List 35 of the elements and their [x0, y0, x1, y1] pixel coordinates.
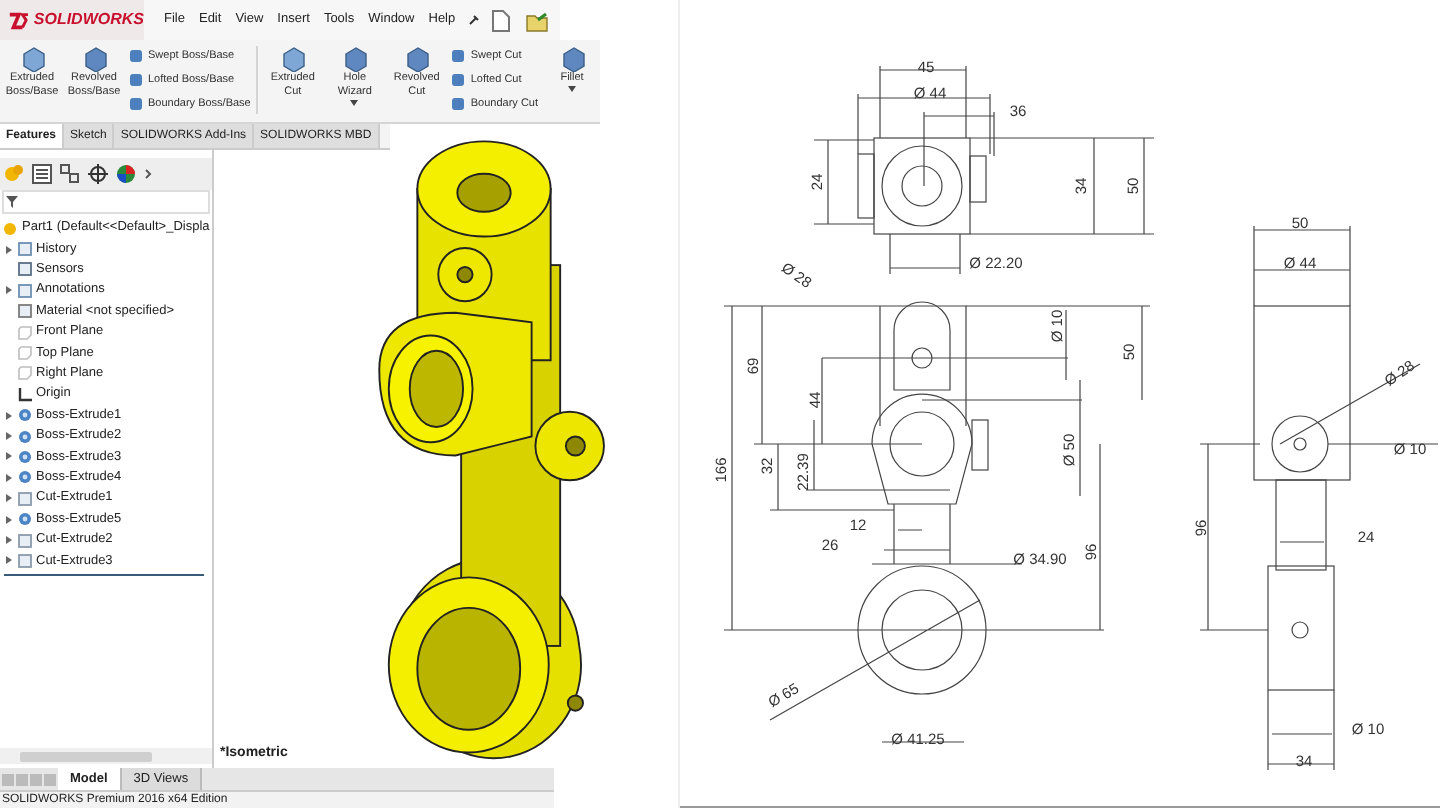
feature-icon — [18, 512, 32, 527]
feature-tool-icon — [279, 46, 306, 72]
feature-tool-icon — [19, 46, 45, 72]
feature-tool-icon — [341, 46, 368, 72]
material-icon — [18, 304, 32, 319]
expand-arrow-icon[interactable] — [6, 432, 12, 441]
expand-arrow-icon[interactable] — [6, 515, 12, 524]
property-list-icon[interactable] — [32, 164, 52, 184]
feature-tool-icon — [81, 46, 107, 72]
chevron-right-icon[interactable] — [144, 168, 152, 180]
expand-arrow-icon[interactable] — [6, 536, 12, 545]
logo-text: SOLIDWORKS — [33, 8, 144, 32]
expand-arrow-icon[interactable] — [6, 245, 12, 254]
origin-icon — [18, 387, 32, 402]
crosshair-icon[interactable] — [88, 164, 108, 184]
horizontal-scrollbar[interactable] — [0, 748, 212, 764]
expand-arrow-icon[interactable] — [6, 452, 12, 461]
expand-arrow-icon[interactable] — [6, 494, 12, 503]
folder-icon — [18, 491, 32, 506]
configuration-icon[interactable] — [60, 164, 80, 184]
logo-icon — [8, 9, 30, 31]
expand-arrow-icon[interactable] — [6, 556, 12, 565]
pin-icon[interactable] — [467, 14, 480, 26]
appearance-sphere-icon[interactable] — [116, 164, 136, 184]
expand-arrow-icon[interactable] — [6, 286, 12, 295]
expand-arrow-icon[interactable] — [6, 473, 12, 482]
feature-tool-icon — [403, 46, 430, 72]
caret-icon[interactable] — [568, 86, 577, 92]
folder-arrow-icon[interactable] — [525, 9, 550, 31]
expand-arrow-icon[interactable] — [6, 411, 12, 420]
new-document-icon[interactable] — [491, 9, 510, 31]
feature-tool-icon — [559, 46, 586, 72]
caret-icon[interactable] — [350, 100, 359, 106]
part-icon — [4, 221, 18, 236]
filter-icon[interactable] — [6, 196, 18, 208]
